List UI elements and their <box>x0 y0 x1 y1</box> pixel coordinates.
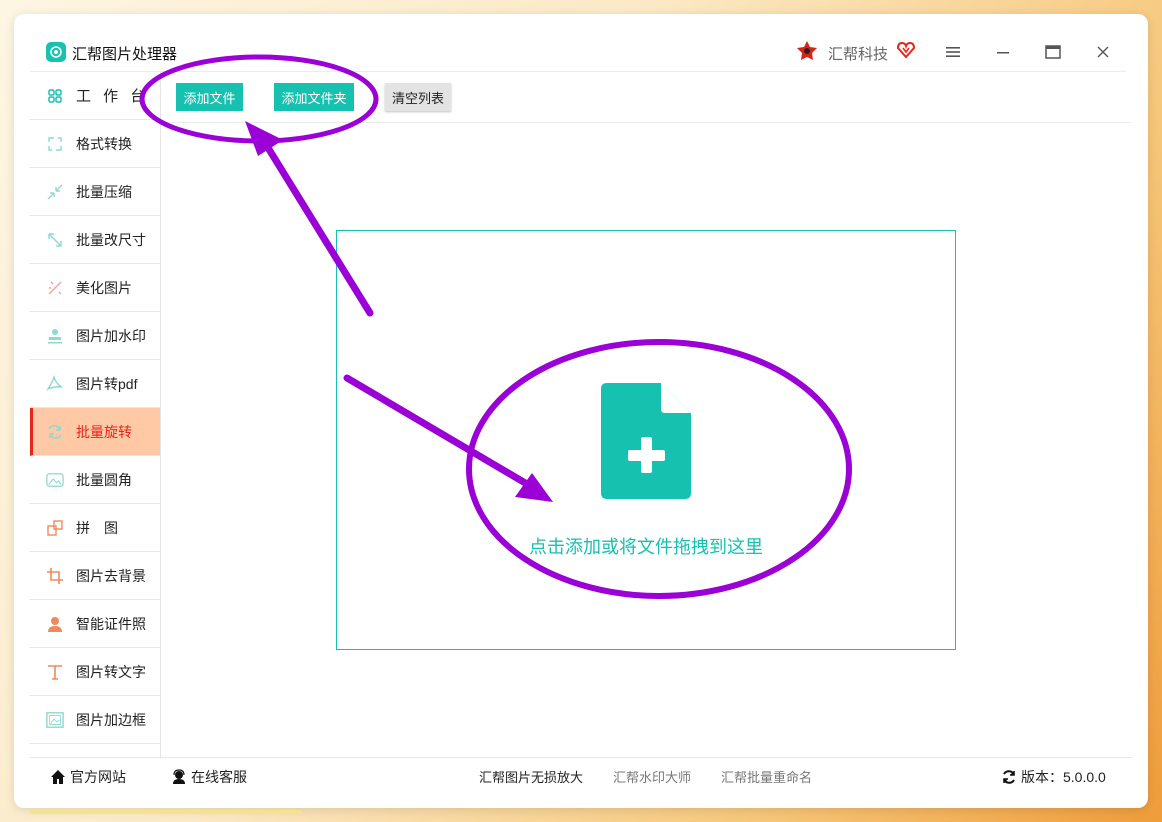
toolbar: 添加文件 添加文件夹 清空列表 <box>161 72 1131 123</box>
stamp-icon <box>46 327 64 345</box>
add-file-button[interactable]: 添加文件 <box>176 83 243 111</box>
minimize-icon[interactable] <box>991 40 1015 64</box>
sidebar-item-label: 图片转文字 <box>76 663 146 680</box>
sidebar-item-label: 图片加边框 <box>76 711 146 728</box>
refresh-icon <box>1001 769 1017 785</box>
puzzle-icon <box>46 519 64 537</box>
title-bar: 汇帮图片处理器 汇帮科技 <box>14 14 1148 72</box>
sidebar-item-image-to-text[interactable]: 图片转文字 <box>30 648 160 696</box>
brand-name: 汇帮科技 <box>828 46 889 63</box>
frame-icon <box>46 711 64 729</box>
online-support-label: 在线客服 <box>191 769 247 785</box>
sidebar-item-label: 拼 图 <box>76 519 118 536</box>
sidebar-item-batch-resize[interactable]: 批量改尺寸 <box>30 216 160 264</box>
clear-list-button[interactable]: 清空列表 <box>385 83 451 111</box>
official-website-link[interactable]: 官方网站 <box>50 767 126 787</box>
footer-link-watermark[interactable]: 汇帮水印大师 <box>613 767 691 786</box>
sidebar-item-label: 批量圆角 <box>76 471 132 488</box>
grid-icon <box>46 87 64 105</box>
round-corner-icon <box>46 471 64 489</box>
version-number: 5.0.0.0 <box>1063 769 1106 785</box>
beautify-icon <box>46 279 64 297</box>
footer-link-rename[interactable]: 汇帮批量重命名 <box>721 767 812 786</box>
app-title: 汇帮图片处理器 <box>72 46 178 63</box>
sidebar-item-batch-rotate[interactable]: 批量旋转 <box>30 408 160 456</box>
add-folder-button[interactable]: 添加文件夹 <box>274 83 354 111</box>
sidebar-item-label: 智能证件照 <box>76 615 146 632</box>
sidebar-item-beautify[interactable]: 美化图片 <box>30 264 160 312</box>
menu-icon[interactable] <box>941 40 965 64</box>
maximize-icon[interactable] <box>1041 40 1065 64</box>
convert-icon <box>46 135 64 153</box>
footer-link-upscale[interactable]: 汇帮图片无损放大 <box>479 767 583 786</box>
text-icon <box>46 663 64 681</box>
sidebar-item-round-corner[interactable]: 批量圆角 <box>30 456 160 504</box>
sidebar-item-label: 批量改尺寸 <box>76 231 146 248</box>
official-website-label: 官方网站 <box>70 769 126 785</box>
sidebar-item-label: 图片去背景 <box>76 567 146 584</box>
version-info[interactable]: 版本： 5.0.0.0 <box>1001 767 1106 787</box>
sidebar-item-label: 批量压缩 <box>76 183 132 200</box>
person-icon <box>46 615 64 633</box>
sidebar-item-watermark[interactable]: 图片加水印 <box>30 312 160 360</box>
pdf-icon <box>46 374 64 393</box>
sidebar-item-to-pdf[interactable]: 图片转pdf <box>30 360 160 408</box>
footer: 官方网站 在线客服 汇帮图片无损放大 汇帮水印大师 汇帮批量重命名 版本： 5.… <box>30 758 1132 794</box>
resize-icon <box>46 231 64 249</box>
sidebar-item-add-border[interactable]: 图片加边框 <box>30 696 160 744</box>
drop-zone-hint: 点击添加或将文件拖拽到这里 <box>529 537 763 557</box>
version-label: 版本： <box>1021 769 1063 785</box>
compress-icon <box>46 183 64 201</box>
sidebar-item-label: 批量旋转 <box>76 423 132 440</box>
online-support-link[interactable]: 在线客服 <box>171 767 247 787</box>
sidebar-item-puzzle[interactable]: 拼 图 <box>30 504 160 552</box>
home-icon <box>50 769 66 785</box>
sidebar-item-label: 图片加水印 <box>76 327 146 344</box>
sidebar-item-label: 美化图片 <box>76 279 132 296</box>
sidebar-item-workbench[interactable]: 工 作 台 <box>30 72 160 120</box>
sidebar: 工 作 台 格式转换 批量压缩 批量改尺寸 美化图片 图片加水印 图片转pdf … <box>30 72 161 758</box>
sidebar-item-batch-compress[interactable]: 批量压缩 <box>30 168 160 216</box>
support-agent-icon <box>171 769 187 785</box>
sidebar-item-id-photo[interactable]: 智能证件照 <box>30 600 160 648</box>
brand-logo-icon <box>796 40 818 62</box>
file-drop-zone[interactable]: 点击添加或将文件拖拽到这里 <box>336 230 956 650</box>
crop-icon <box>46 567 64 585</box>
close-icon[interactable] <box>1091 40 1115 64</box>
vip-heart-icon[interactable] <box>896 40 916 60</box>
sidebar-item-label: 工 作 台 <box>76 88 150 105</box>
sidebar-item-format-convert[interactable]: 格式转换 <box>30 120 160 168</box>
rotate-icon <box>46 423 64 441</box>
app-logo-icon <box>46 42 66 62</box>
sidebar-item-label: 图片转pdf <box>76 375 138 392</box>
sidebar-item-label: 格式转换 <box>76 135 132 152</box>
sidebar-item-remove-background[interactable]: 图片去背景 <box>30 552 160 600</box>
add-file-icon[interactable] <box>601 383 693 499</box>
taskbar-highlight <box>30 810 302 814</box>
app-window: 汇帮图片处理器 汇帮科技 工 作 台 格式转换 批量压缩 批量改尺寸 美化图片 … <box>14 14 1148 808</box>
